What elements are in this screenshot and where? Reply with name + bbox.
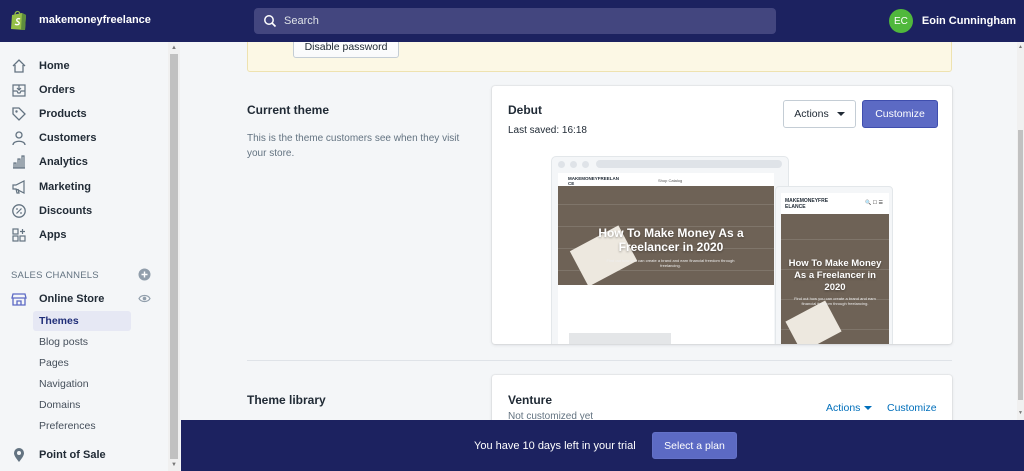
sidebar-item-label: Analytics	[39, 156, 88, 168]
sidebar-subitem-preferences[interactable]: Preferences	[33, 416, 131, 436]
caret-down-icon	[864, 406, 873, 410]
scroll-up-arrow-icon[interactable]: ▲	[170, 44, 178, 52]
sidebar-item-orders[interactable]: Orders	[0, 79, 168, 101]
hero-title: How To Make Money As a Freelancer in 202…	[598, 226, 744, 254]
sidebar-item-label: Online Store	[39, 293, 105, 305]
main-scrollbar-thumb[interactable]	[1018, 130, 1023, 400]
sidebar: Home Orders Products Customers Analytics…	[0, 42, 180, 471]
sidebar-subitem-blog-posts[interactable]: Blog posts	[33, 332, 131, 352]
sidebar-item-label: Point of Sale	[39, 449, 106, 461]
sidebar-item-analytics[interactable]: Analytics	[0, 151, 168, 173]
preview-store-name: MAKEMONEYFREELAN CE	[568, 176, 620, 186]
sales-channels-title: SALES CHANNELS	[11, 270, 99, 281]
trial-bar: You have 10 days left in your trial Sele…	[181, 420, 1024, 471]
library-actions-label: Actions	[826, 402, 861, 414]
sidebar-subitem-navigation[interactable]: Navigation	[33, 374, 131, 394]
library-actions-button[interactable]: Actions	[826, 402, 873, 414]
sidebar-item-discounts[interactable]: Discounts	[0, 200, 168, 222]
window-dot-icon	[570, 161, 577, 168]
trial-message: You have 10 days left in your trial	[474, 440, 636, 452]
sidebar-item-apps[interactable]: Apps	[0, 224, 168, 246]
main-content: Disable password Current theme This is t…	[181, 42, 1017, 420]
store-name[interactable]: makemoneyfreelance	[39, 14, 151, 26]
tag-icon	[12, 107, 26, 121]
customize-button[interactable]: Customize	[862, 100, 938, 128]
customers-icon	[12, 131, 26, 146]
sidebar-item-marketing[interactable]: Marketing	[0, 176, 168, 198]
analytics-icon	[13, 155, 25, 169]
sidebar-subitem-domains[interactable]: Domains	[33, 395, 131, 415]
search-icon	[264, 15, 277, 28]
paper-image	[785, 300, 842, 344]
theme-name: Debut	[508, 103, 542, 117]
caret-down-icon	[836, 112, 845, 116]
user-name[interactable]: Eoin Cunningham	[922, 15, 1016, 27]
url-bar	[596, 160, 782, 168]
hero-title: How To Make Money As a Freelancer in 202…	[788, 258, 882, 293]
sidebar-item-label: Orders	[39, 84, 76, 96]
sidebar-item-label: Home	[39, 60, 70, 72]
desktop-hero: How To Make Money As a Freelancer in 202…	[558, 186, 774, 285]
brand[interactable]: makemoneyfreelance	[10, 9, 151, 31]
content-placeholder	[569, 333, 671, 344]
window-dot-icon	[558, 161, 565, 168]
add-channel-icon[interactable]	[138, 268, 151, 281]
sidebar-item-home[interactable]: Home	[0, 55, 168, 77]
current-theme-card: Debut Last saved: 16:18 Actions Customiz…	[492, 86, 952, 344]
preview-nav: Shop Catalog	[658, 178, 683, 183]
sidebar-item-products[interactable]: Products	[0, 103, 168, 125]
location-pin-icon	[14, 448, 24, 462]
password-banner: Disable password	[247, 42, 952, 72]
search-bar[interactable]: Search	[254, 8, 776, 34]
sidebar-item-label: Products	[39, 108, 87, 120]
desktop-page: MAKEMONEYFREELAN CE Shop Catalog How To …	[558, 173, 774, 344]
window-dot-icon	[582, 161, 589, 168]
sidebar-item-customers[interactable]: Customers	[0, 127, 168, 149]
theme-library-title: Theme library	[247, 393, 326, 407]
store-icon	[11, 293, 27, 306]
shopify-bag-icon	[11, 10, 26, 30]
discount-icon	[12, 204, 26, 218]
top-bar: makemoneyfreelance Search EC Eoin Cunnin…	[0, 0, 1024, 42]
select-plan-button[interactable]: Select a plan	[652, 432, 737, 459]
desktop-preview: MAKEMONEYFREELAN CE Shop Catalog How To …	[551, 156, 789, 344]
sidebar-subitem-themes[interactable]: Themes	[33, 311, 131, 331]
sidebar-subitem-pages[interactable]: Pages	[33, 353, 131, 373]
hero-subtitle: Find out how you can create a brand and …	[606, 258, 735, 268]
scroll-up-arrow-icon[interactable]: ▲	[1017, 44, 1024, 50]
mobile-header-icons: 🔍 ☐ ☰	[865, 200, 883, 206]
mobile-preview: MAKEMONEYFRE ELANCE 🔍 ☐ ☰ How To Make Mo…	[775, 186, 893, 344]
library-customize-link[interactable]: Customize	[887, 402, 937, 414]
user-menu[interactable]: EC Eoin Cunningham	[888, 9, 1018, 33]
search-input[interactable]: Search	[284, 15, 319, 27]
orders-icon	[12, 84, 26, 97]
library-theme-status: Not customized yet	[508, 411, 594, 420]
sidebar-item-point-of-sale[interactable]: Point of Sale	[0, 444, 168, 466]
scroll-down-arrow-icon[interactable]: ▼	[170, 461, 178, 469]
hero-subtitle: Find out how you can create a brand and …	[794, 296, 876, 306]
current-theme-description: This is the theme customers see when the…	[247, 133, 460, 159]
home-icon	[12, 59, 26, 73]
last-saved: Last saved: 16:18	[508, 125, 587, 136]
sidebar-scrollbar-thumb[interactable]	[170, 54, 178, 459]
sidebar-item-label: Apps	[39, 229, 67, 241]
avatar[interactable]: EC	[888, 9, 913, 33]
sidebar-item-label: Customers	[39, 132, 97, 144]
actions-label: Actions	[794, 108, 829, 120]
disable-password-button[interactable]: Disable password	[293, 42, 399, 58]
apps-icon	[12, 228, 26, 242]
mobile-page: MAKEMONEYFRE ELANCE 🔍 ☐ ☰ How To Make Mo…	[781, 193, 889, 344]
mobile-store-name: MAKEMONEYFRE ELANCE	[785, 198, 829, 210]
actions-button[interactable]: Actions	[783, 100, 856, 128]
eye-icon[interactable]	[138, 293, 151, 304]
mobile-hero: How To Make Money As a Freelancer in 202…	[781, 214, 889, 344]
megaphone-icon	[12, 180, 25, 194]
sidebar-item-label: Marketing	[39, 181, 91, 193]
sidebar-item-label: Discounts	[39, 205, 93, 217]
section-divider	[247, 360, 952, 361]
library-theme-name: Venture	[508, 393, 553, 407]
current-theme-title: Current theme	[247, 103, 330, 117]
theme-library-card: Venture Not customized yet Actions Custo…	[492, 375, 952, 420]
scroll-down-arrow-icon[interactable]: ▼	[1017, 410, 1024, 416]
